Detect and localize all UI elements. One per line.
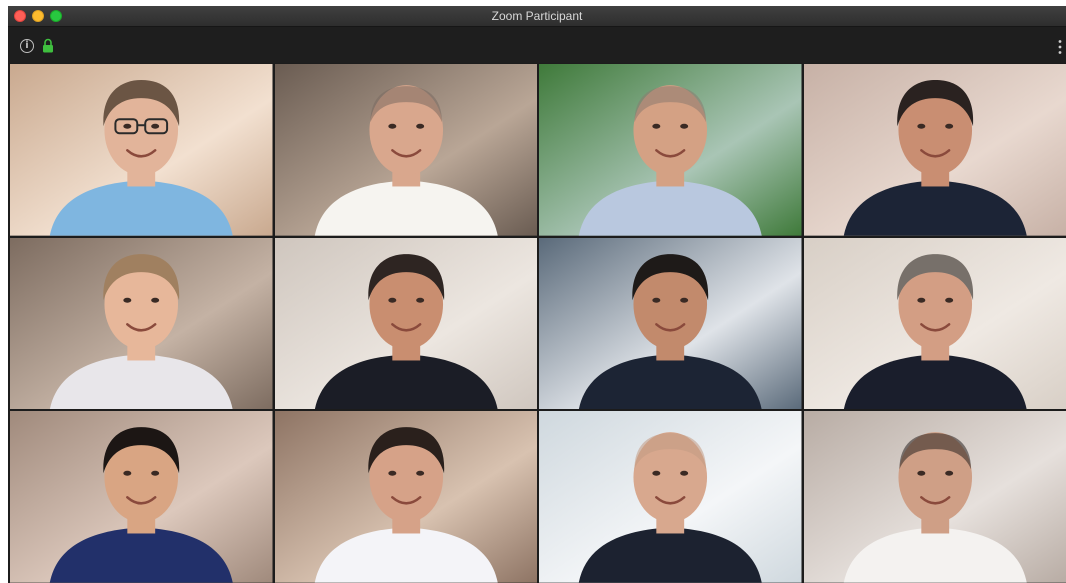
- participant-video: [10, 237, 273, 410]
- participant-video-tile[interactable]: [803, 411, 1066, 583]
- participant-eye: [652, 297, 661, 303]
- participant-eye: [916, 123, 925, 129]
- participant-eye: [680, 297, 689, 303]
- info-icon[interactable]: i: [20, 39, 34, 53]
- participant-eye: [916, 471, 925, 477]
- participant-video: [274, 411, 537, 583]
- participant-eye: [944, 297, 953, 303]
- participant-eye: [680, 471, 689, 477]
- lock-icon[interactable]: [42, 38, 54, 53]
- participant-video: [10, 411, 273, 583]
- window-title: Zoom Participant: [491, 9, 583, 23]
- meeting-toolbar: i: [8, 27, 1066, 63]
- participant-video: [803, 64, 1066, 236]
- participant-eye: [652, 123, 661, 129]
- participant-video: [803, 237, 1066, 410]
- participant-video: [803, 411, 1066, 583]
- more-options-icon[interactable]: [1058, 39, 1062, 55]
- participant-video-tile[interactable]: [10, 237, 273, 410]
- participant-video: [274, 64, 537, 236]
- participant-eye: [944, 471, 953, 477]
- participant-eye: [944, 123, 953, 129]
- participant-video-tile[interactable]: [10, 64, 273, 236]
- participant-eye: [387, 297, 396, 303]
- participant-eye: [387, 123, 396, 129]
- participant-eye: [415, 471, 424, 477]
- participant-video-tile[interactable]: [274, 237, 537, 410]
- participant-eye: [387, 471, 396, 477]
- participant-video-tile[interactable]: [803, 237, 1066, 410]
- participant-eye: [415, 297, 424, 303]
- participant-video: [10, 64, 273, 236]
- participant-eye: [123, 123, 132, 129]
- participant-video: [539, 237, 802, 410]
- participant-video-tile[interactable]: [10, 411, 273, 583]
- participant-eye: [415, 123, 424, 129]
- participant-eye: [123, 297, 132, 303]
- participant-video: [274, 237, 537, 410]
- gallery-view-grid: [10, 64, 1066, 583]
- participant-video-tile[interactable]: [539, 64, 802, 236]
- participant-video-tile[interactable]: [274, 64, 537, 236]
- title-bar: Zoom Participant: [8, 6, 1066, 27]
- participant-eye: [151, 123, 160, 129]
- participant-eye: [680, 123, 689, 129]
- participant-video-tile[interactable]: [803, 64, 1066, 236]
- participant-video: [539, 411, 802, 583]
- participant-video-tile[interactable]: [274, 411, 537, 583]
- participant-video-tile[interactable]: [539, 411, 802, 583]
- participant-eye: [151, 297, 160, 303]
- participant-eye: [151, 471, 160, 477]
- zoom-window: Zoom Participant i: [8, 6, 1066, 583]
- participant-eye: [916, 297, 925, 303]
- participant-eye: [123, 471, 132, 477]
- participant-video-tile[interactable]: [539, 237, 802, 410]
- participant-eye: [652, 471, 661, 477]
- participant-video: [539, 64, 802, 236]
